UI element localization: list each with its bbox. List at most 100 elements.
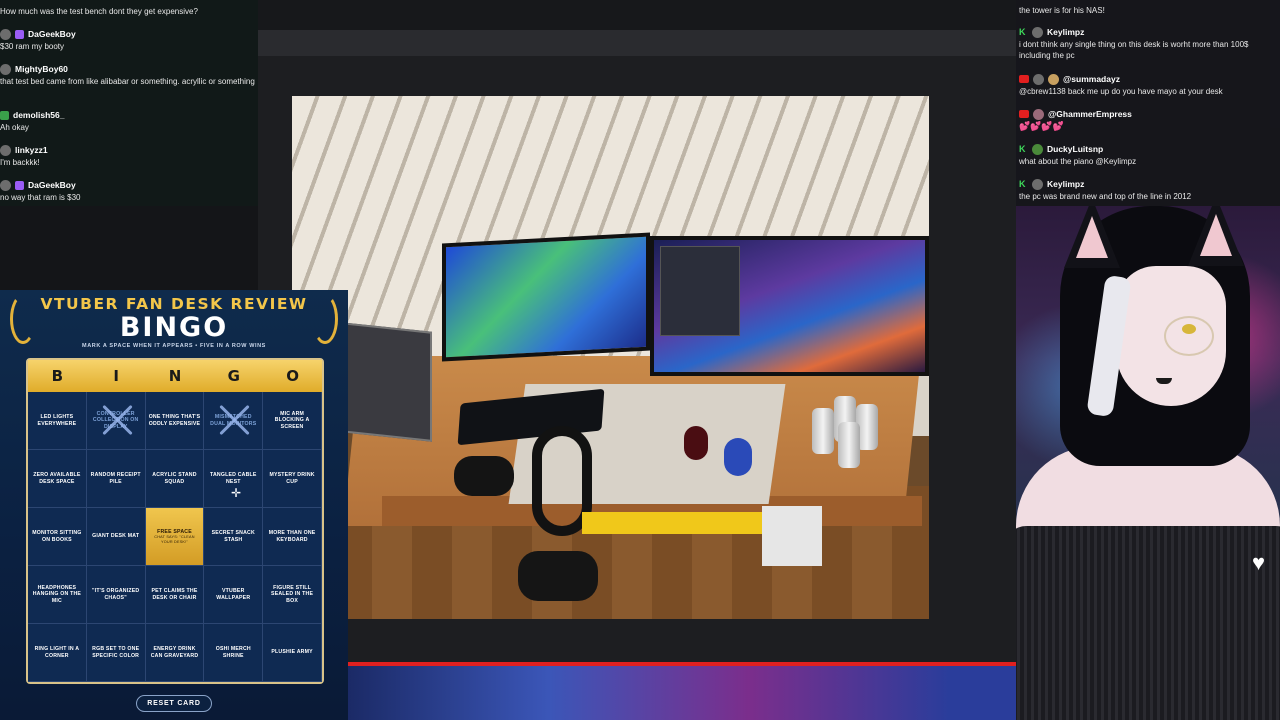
bingo-free-space[interactable]: FREE SPACE CHAT SAYS: "CLEAN YOUR DESK!"	[145, 508, 205, 566]
bingo-heading: BINGO	[119, 312, 229, 343]
bingo-cell-text: VTUBER WALLPAPER	[216, 588, 251, 601]
chat-user-line: DaGeekBoy	[0, 178, 258, 192]
vtuber-avatar: ♥	[1016, 206, 1280, 720]
can	[812, 408, 834, 454]
chat-message-text: i dont think any single thing on this de…	[1019, 40, 1249, 60]
chat-message: demolish56_ Ah okay	[0, 108, 258, 133]
yellow-drawer	[582, 512, 762, 534]
chat-message-text: what about the piano @Keylimpz	[1019, 157, 1137, 166]
background-menu-bar	[258, 0, 1020, 30]
bingo-cell[interactable]: OSHI MERCH SHRINE	[204, 624, 264, 682]
bingo-cell[interactable]: HEADPHONES HANGING ON THE MIC	[28, 566, 87, 624]
user-avatar	[0, 28, 11, 40]
bingo-cell[interactable]: MYSTERY DRINK CUP	[263, 450, 322, 508]
chat-message: How much was the test bench dont they ge…	[0, 6, 258, 17]
user-avatar	[0, 179, 11, 191]
bingo-cell-text: LED LIGHTS EVERYWHERE	[37, 414, 77, 427]
bingo-cell[interactable]: ACRYLIC STAND SQUAD	[145, 450, 205, 508]
chat-username[interactable]: MightyBoy60	[15, 64, 68, 74]
bingo-cell[interactable]: ENERGY DRINK CAN GRAVEYARD	[145, 624, 205, 682]
chat-user-line: @GhammerEmpress	[1019, 107, 1277, 121]
chat-message: DaGeekBoy no way that ram is $30	[0, 178, 258, 203]
bingo-cell[interactable]: RING LIGHT IN A CORNER	[28, 624, 87, 682]
bingo-cell[interactable]: LED LIGHTS EVERYWHERE	[28, 392, 87, 450]
bingo-cell[interactable]: CONTROLLER COLLECTION ON DISPLAY	[86, 392, 146, 450]
bingo-cell[interactable]: PET CLAIMS THE DESK OR CHAIR	[145, 566, 205, 624]
chat-message: DaGeekBoy $30 ram my booty	[0, 27, 258, 52]
bingo-cell[interactable]: GIANT DESK MAT	[86, 508, 146, 566]
bingo-cell-text: MYSTERY DRINK CUP	[269, 472, 315, 485]
chat-panel-right[interactable]: the tower is for his NAS! K Keylimpz i d…	[1016, 0, 1280, 206]
chat-user-line: MightyBoy60	[0, 62, 258, 76]
chat-username[interactable]: DaGeekBoy	[28, 180, 76, 190]
bingo-cell[interactable]: RANDOM RECEIPT PILE	[86, 450, 146, 508]
bingo-cell[interactable]: MONITOR SITTING ON BOOKS	[28, 508, 87, 566]
bingo-letter: I	[113, 367, 119, 385]
bingo-cell-text: ACRYLIC STAND SQUAD	[152, 472, 197, 485]
chat-username[interactable]: @GhammerEmpress	[1048, 109, 1132, 119]
user-avatar	[1033, 108, 1044, 120]
user-avatar	[0, 144, 11, 156]
shoes	[518, 551, 598, 601]
chat-user-line: K Keylimpz	[1019, 25, 1277, 39]
chat-username[interactable]: DuckyLuitsnp	[1047, 144, 1103, 154]
bingo-cell-text: MONITOR SITTING ON BOOKS	[32, 530, 82, 543]
bingo-cell-text: PET CLAIMS THE DESK OR CHAIR	[151, 588, 198, 601]
sub-badge-icon	[15, 29, 24, 39]
chat-message: K DuckyLuitsnp what about the piano @Key…	[1019, 142, 1277, 167]
mouse-cursor-icon: ✛	[231, 486, 242, 500]
bingo-cell[interactable]: FIGURE STILL SEALED IN THE BOX	[263, 566, 322, 624]
bingo-card-panel: VTUBER FAN DESK REVIEW BINGO MARK A SPAC…	[0, 290, 348, 720]
chat-username[interactable]: linkyzz1	[15, 145, 48, 155]
sub-badge-icon	[15, 180, 24, 190]
chat-panel-left[interactable]: How much was the test bench dont they ge…	[0, 0, 258, 206]
user-avatar	[1048, 73, 1059, 85]
bingo-cell-text: SECRET SNACK STASH	[211, 530, 255, 543]
chat-user-line: demolish56_	[0, 108, 258, 122]
chat-user-line: DaGeekBoy	[0, 27, 258, 41]
chat-username[interactable]: Keylimpz	[1047, 27, 1084, 37]
reset-card-button[interactable]: RESET CARD	[136, 695, 212, 712]
bingo-cell[interactable]: ZERO AVAILABLE DESK SPACE	[28, 450, 87, 508]
desk-photo	[292, 96, 929, 619]
bingo-cell[interactable]: SECRET SNACK STASH	[204, 508, 264, 566]
bingo-cell-text: ENERGY DRINK CAN GRAVEYARD	[150, 646, 199, 659]
chat-username[interactable]: @summadayz	[1063, 74, 1120, 84]
bingo-cell-text: CONTROLLER COLLECTION ON DISPLAY	[92, 410, 139, 430]
bingo-cell[interactable]: PLUSHIE ARMY	[263, 624, 322, 682]
youtube-platform-icon	[1019, 75, 1029, 83]
bingo-cell[interactable]: VTUBER WALLPAPER	[204, 566, 264, 624]
chat-username[interactable]: demolish56_	[13, 110, 65, 120]
avatar-sweater	[1016, 526, 1280, 720]
user-avatar	[1033, 73, 1044, 85]
bingo-cell-text: MISMATCHED DUAL MONITORS	[210, 414, 257, 427]
chat-user-line: K Keylimpz	[1019, 177, 1277, 191]
bingo-subtitle: MARK A SPACE WHEN IT APPEARS • FIVE IN A…	[82, 343, 266, 349]
user-avatar	[1032, 143, 1043, 155]
bingo-cell[interactable]: RGB SET TO ONE SPECIFIC COLOR	[86, 624, 146, 682]
user-avatar	[1032, 178, 1043, 190]
kick-platform-icon: K	[1019, 144, 1026, 154]
chat-message-text: the pc was brand new and top of the line…	[1019, 192, 1192, 201]
chat-message-text: I'm backkk!	[0, 158, 40, 167]
bingo-cell[interactable]: MIC ARM BLOCKING A SCREEN	[263, 392, 322, 450]
bingo-cell[interactable]: ONE THING THAT'S ODDLY EXPENSIVE	[145, 392, 205, 450]
chat-message: the tower is for his NAS!	[1019, 5, 1277, 16]
background-toolbar	[258, 30, 1020, 56]
neon-red-line	[348, 662, 1016, 666]
bingo-letter: O	[286, 367, 299, 385]
user-avatar	[1032, 26, 1043, 38]
cat-ear-inner	[1200, 214, 1232, 256]
chat-message: linkyzz1 I'm backkk!	[0, 143, 258, 168]
bingo-cell-text: MIC ARM BLOCKING A SCREEN	[274, 410, 310, 430]
bingo-cell[interactable]: MORE THAN ONE KEYBOARD	[263, 508, 322, 566]
chat-username[interactable]: DaGeekBoy	[28, 29, 76, 39]
chat-username[interactable]: Keylimpz	[1047, 179, 1084, 189]
neon-background-strip	[348, 662, 1016, 720]
bingo-free-subtext: CHAT SAYS: "CLEAN YOUR DESK!"	[154, 535, 195, 544]
game-controller	[454, 456, 514, 496]
kick-badge-icon	[0, 110, 9, 120]
bingo-cell[interactable]: MISMATCHED DUAL MONITORS	[204, 392, 264, 450]
bingo-cell[interactable]: "IT'S ORGANIZED CHAOS"	[86, 566, 146, 624]
kick-platform-icon: K	[1019, 27, 1026, 37]
